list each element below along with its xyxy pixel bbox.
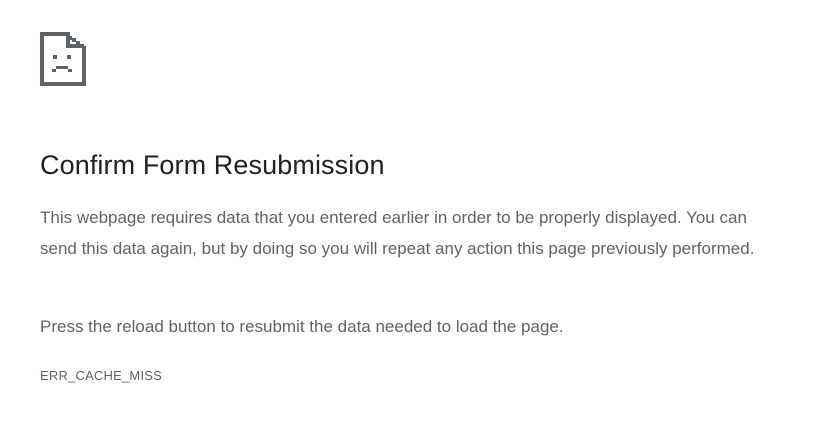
error-code: ERR_CACHE_MISS	[40, 368, 162, 383]
error-page: Confirm Form Resubmission This webpage r…	[40, 32, 800, 383]
sad-document-icon	[40, 32, 86, 86]
page-title: Confirm Form Resubmission	[40, 150, 385, 180]
reload-instruction: Press the reload button to resubmit the …	[40, 317, 564, 336]
error-description: This webpage requires data that you ente…	[40, 208, 755, 258]
